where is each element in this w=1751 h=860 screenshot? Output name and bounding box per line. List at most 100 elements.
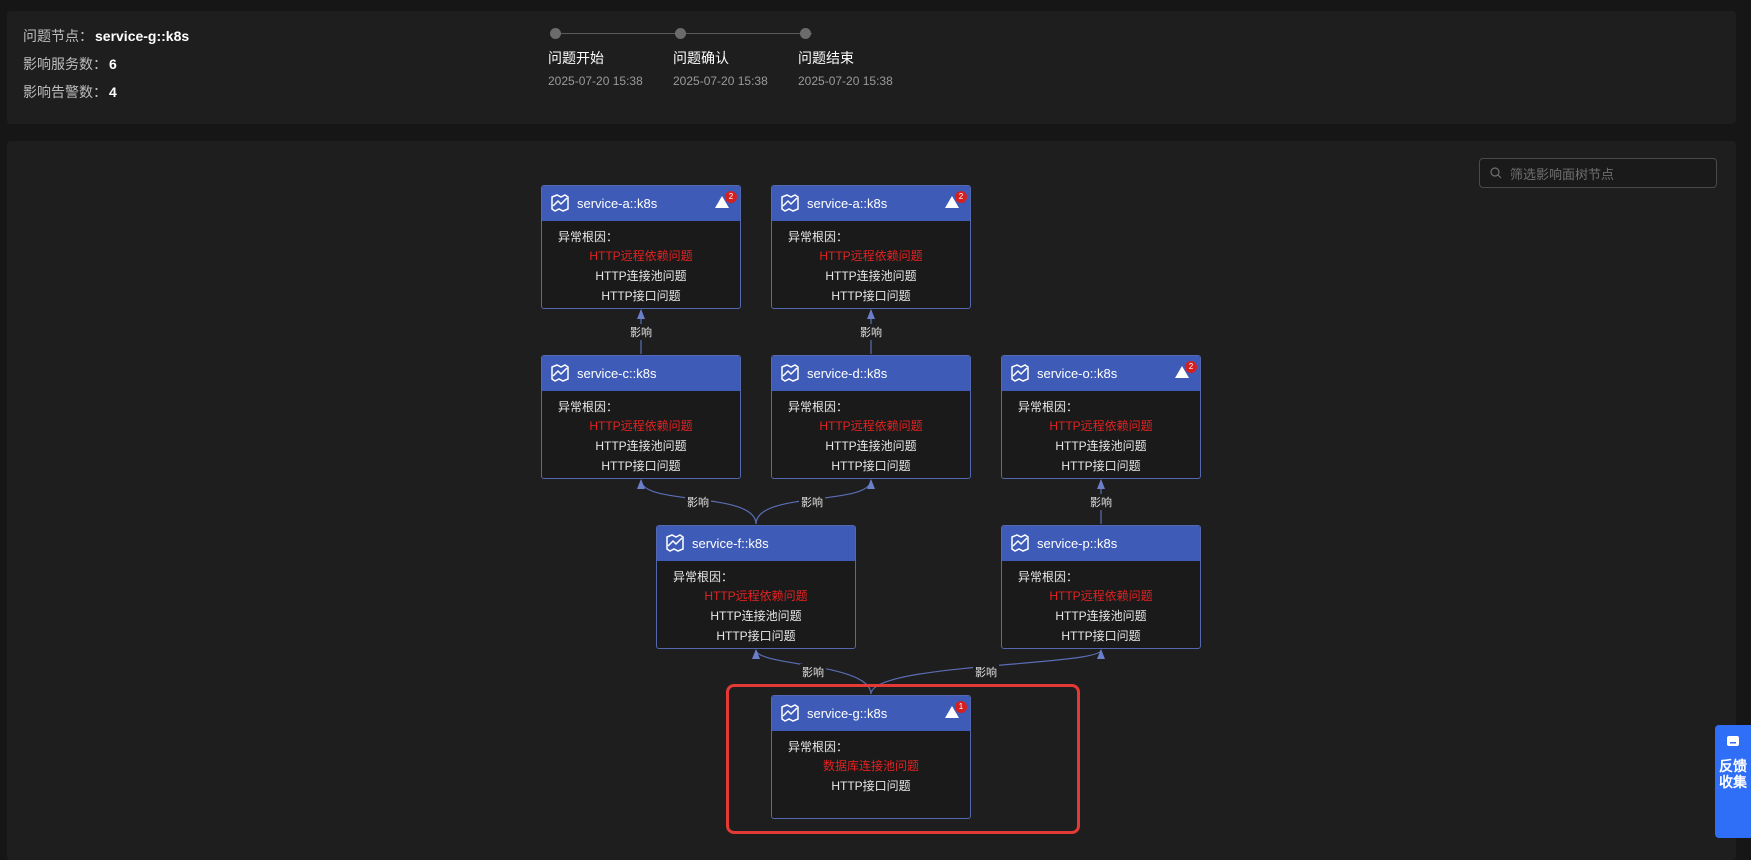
cause-title: 异常根因： (1018, 400, 1079, 414)
cause-title: 异常根因： (558, 230, 619, 244)
alert-icon[interactable]: 2 (943, 191, 967, 213)
impact-tree-panel: 影响 影响 影响 影响 影响 影响 影响 service-a::k8s 2 异常… (7, 141, 1736, 860)
incident-summary-panel: 问题节点： service-g::k8s 影响服务数： 6 影响告警数： 4 问题开始… (7, 11, 1736, 124)
service-icon (1011, 534, 1029, 552)
affected-services-row: 影响服务数： 6 (23, 54, 117, 74)
service-node-c[interactable]: service-c::k8s 异常根因： HTTP远程依赖问题 HTTP连接池问… (541, 355, 741, 479)
service-icon (666, 534, 684, 552)
cause-item: HTTP接口问题 (831, 779, 911, 793)
cause-item: HTTP连接池问题 (1055, 439, 1147, 453)
cause-title: 异常根因： (788, 400, 849, 414)
edge-label-g-f: 影响 (800, 664, 826, 680)
cause-item: HTTP连接池问题 (825, 439, 917, 453)
cause-item: HTTP连接池问题 (595, 269, 687, 283)
node-title: service-a::k8s (807, 196, 888, 211)
affected-alerts-value: 4 (109, 84, 117, 100)
service-node-o[interactable]: service-o::k8s 2 异常根因： HTTP远程依赖问题 HTTP连接… (1001, 355, 1201, 479)
cause-title: 异常根因： (788, 230, 849, 244)
problem-node-label: 问题节点： (23, 28, 93, 44)
cause-item: HTTP连接池问题 (825, 269, 917, 283)
service-icon (781, 704, 799, 722)
cause-critical: HTTP远程依赖问题 (589, 419, 693, 433)
node-title: service-c::k8s (577, 366, 657, 381)
alert-icon[interactable]: 1 (943, 701, 967, 723)
edge-label-p-o: 影响 (1088, 494, 1114, 510)
timeline-confirm-label: 问题确认 (673, 50, 729, 66)
node-header: service-a::k8s 2 (772, 186, 970, 221)
cause-item: HTTP接口问题 (716, 629, 796, 643)
timeline-dot-confirm (675, 28, 686, 39)
edge-label-c-a1: 影响 (628, 324, 654, 340)
cause-critical: HTTP远程依赖问题 (589, 249, 693, 263)
node-title: service-p::k8s (1037, 536, 1118, 551)
node-header: service-o::k8s 2 (1002, 356, 1200, 391)
edge-label-g-p: 影响 (973, 664, 999, 680)
cause-item: HTTP接口问题 (1061, 459, 1141, 473)
cause-item: HTTP连接池问题 (595, 439, 687, 453)
service-node-d[interactable]: service-d::k8s 异常根因： HTTP远程依赖问题 HTTP连接池问… (771, 355, 971, 479)
problem-node-value: service-g::k8s (95, 28, 190, 44)
timeline-confirm-time: 2025-07-20 15:38 (673, 74, 768, 88)
alert-count-badge: 1 (955, 701, 967, 713)
cause-title: 异常根因： (788, 740, 849, 754)
alert-icon[interactable]: 2 (1173, 361, 1197, 383)
edge-label-d-a2: 影响 (858, 324, 884, 340)
service-node-a-1[interactable]: service-a::k8s 2 异常根因： HTTP远程依赖问题 HTTP连接… (541, 185, 741, 309)
affected-services-label: 影响服务数： (23, 56, 107, 72)
affected-alerts-row: 影响告警数： 4 (23, 82, 117, 102)
alert-count-badge: 2 (725, 191, 737, 203)
cause-item: HTTP连接池问题 (1055, 609, 1147, 623)
service-icon (1011, 364, 1029, 382)
service-icon (551, 364, 569, 382)
cause-item: HTTP接口问题 (831, 289, 911, 303)
service-node-f[interactable]: service-f::k8s 异常根因： HTTP远程依赖问题 HTTP连接池问… (656, 525, 856, 649)
node-title: service-g::k8s (807, 706, 888, 721)
cause-item: HTTP连接池问题 (710, 609, 802, 623)
cause-critical: HTTP远程依赖问题 (1049, 419, 1153, 433)
cause-title: 异常根因： (673, 570, 734, 584)
node-title: service-d::k8s (807, 366, 888, 381)
timeline-start-time: 2025-07-20 15:38 (548, 74, 643, 88)
timeline-dot-end (800, 28, 811, 39)
cause-title: 异常根因： (558, 400, 619, 414)
alert-count-badge: 2 (1185, 361, 1197, 373)
service-icon (551, 194, 569, 212)
edge-label-f-d: 影响 (799, 494, 825, 510)
node-title: service-a::k8s (577, 196, 658, 211)
service-icon (781, 364, 799, 382)
alert-icon[interactable]: 2 (713, 191, 737, 213)
problem-node-row: 问题节点： service-g::k8s (23, 26, 189, 46)
node-header: service-d::k8s (772, 356, 970, 391)
cause-critical: HTTP远程依赖问题 (704, 589, 808, 603)
edge-label-f-c: 影响 (685, 494, 711, 510)
feedback-button[interactable]: 反馈收集 (1715, 725, 1751, 838)
timeline-dot-start (550, 28, 561, 39)
feedback-label: 反馈收集 (1719, 758, 1747, 790)
node-title: service-f::k8s (692, 536, 769, 551)
service-node-p[interactable]: service-p::k8s 异常根因： HTTP远程依赖问题 HTTP连接池问… (1001, 525, 1201, 649)
node-title: service-o::k8s (1037, 366, 1118, 381)
cause-critical: 数据库连接池问题 (822, 759, 919, 773)
timeline-end-time: 2025-07-20 15:38 (798, 74, 893, 88)
affected-services-value: 6 (109, 56, 117, 72)
service-node-g[interactable]: service-g::k8s 1 异常根因： 数据库连接池问题 HTTP接口问题 (771, 695, 971, 819)
cause-critical: HTTP远程依赖问题 (819, 419, 923, 433)
node-header: service-c::k8s (542, 356, 740, 391)
cause-critical: HTTP远程依赖问题 (819, 249, 923, 263)
node-header: service-f::k8s (657, 526, 855, 561)
node-header: service-g::k8s 1 (772, 696, 970, 731)
cause-title: 异常根因： (1018, 570, 1079, 584)
service-icon (781, 194, 799, 212)
service-node-a-2[interactable]: service-a::k8s 2 异常根因： HTTP远程依赖问题 HTTP连接… (771, 185, 971, 309)
timeline-end-label: 问题结束 (798, 50, 854, 66)
message-icon (1727, 736, 1739, 746)
cause-item: HTTP接口问题 (831, 459, 911, 473)
cause-item: HTTP接口问题 (1061, 629, 1141, 643)
cause-critical: HTTP远程依赖问题 (1049, 589, 1153, 603)
node-header: service-p::k8s (1002, 526, 1200, 561)
alert-count-badge: 2 (955, 191, 967, 203)
node-header: service-a::k8s 2 (542, 186, 740, 221)
affected-alerts-label: 影响告警数： (23, 84, 107, 100)
cause-item: HTTP接口问题 (601, 459, 681, 473)
timeline-start-label: 问题开始 (548, 50, 604, 66)
